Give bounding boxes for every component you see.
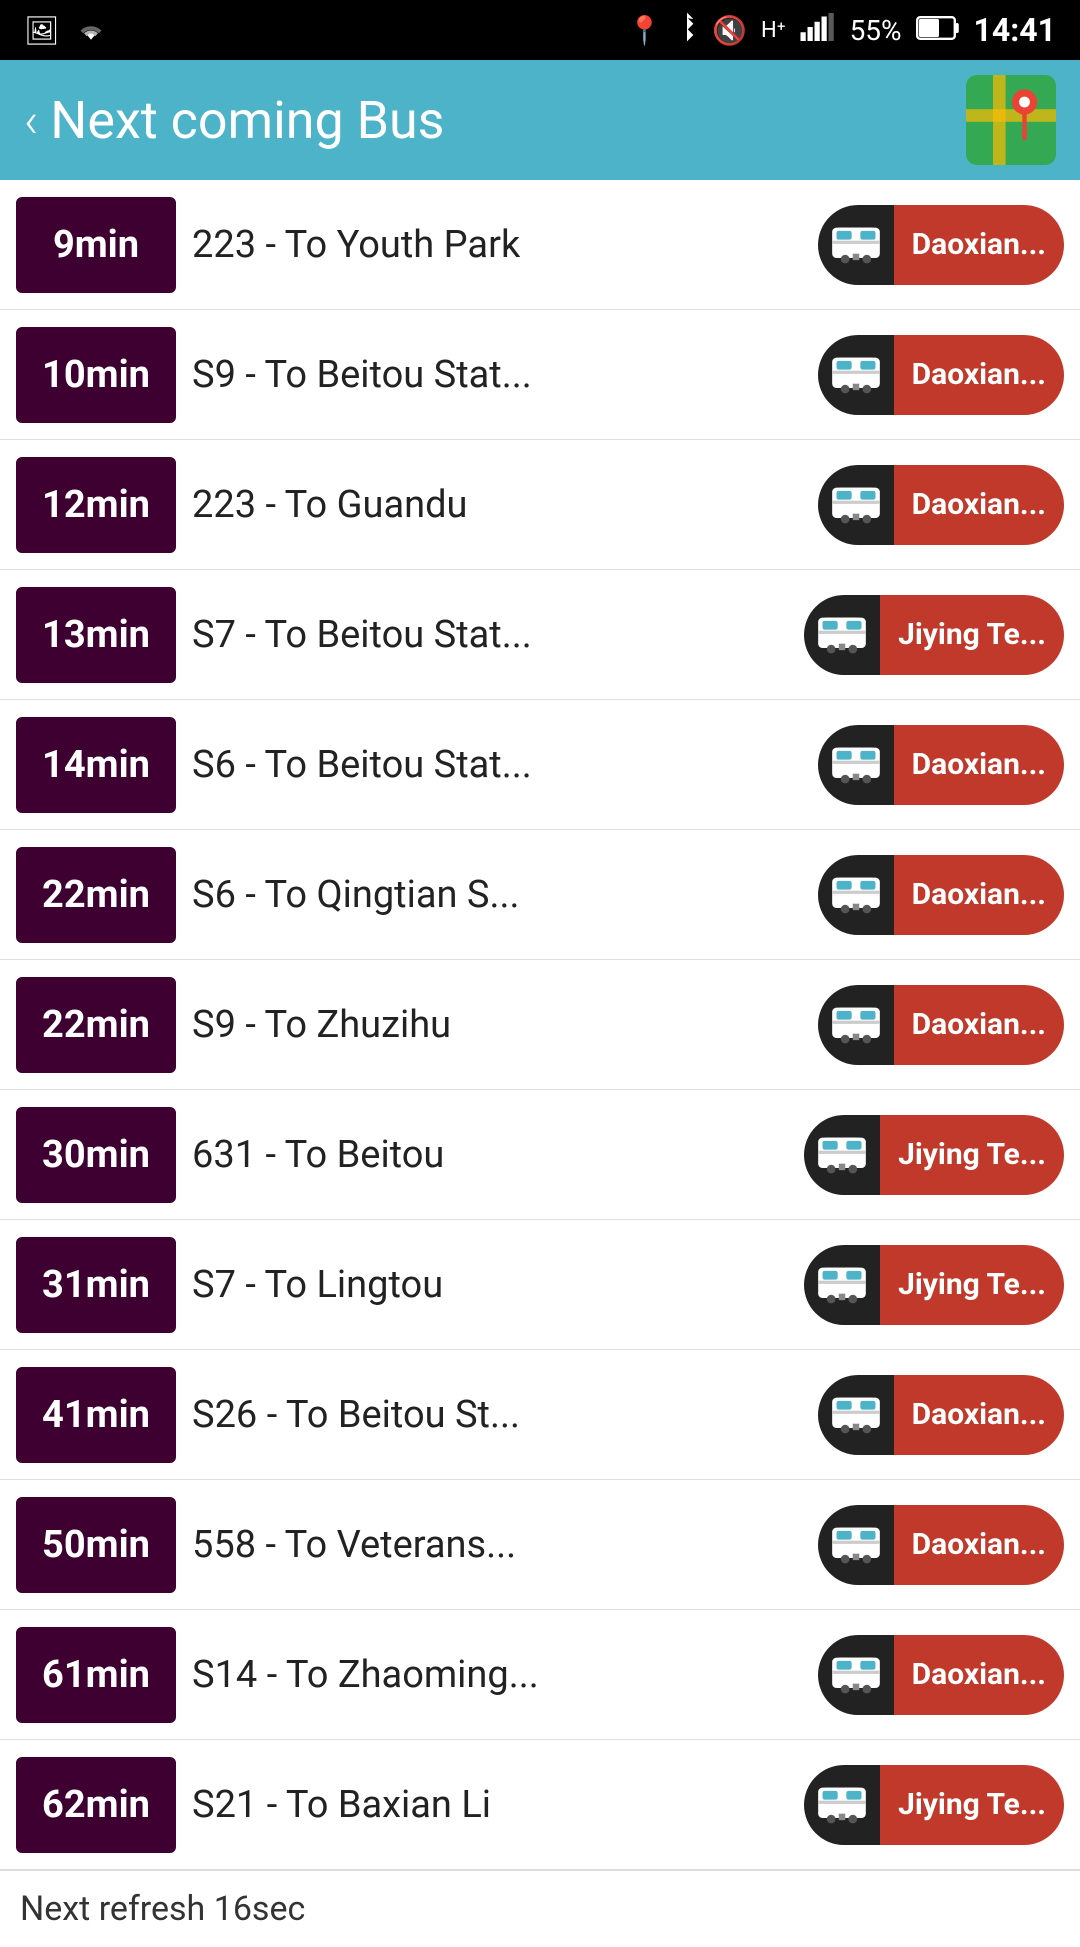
- time-badge: 9min: [16, 197, 176, 293]
- time-badge: 30min: [16, 1107, 176, 1203]
- time-badge: 22min: [16, 977, 176, 1073]
- stop-badge: Daoxian...: [818, 1635, 1064, 1715]
- back-button[interactable]: ‹: [24, 92, 38, 149]
- route-label: S7 - To Lingtou: [192, 1263, 788, 1307]
- time-badge: 10min: [16, 327, 176, 423]
- route-label: 631 - To Beitou: [192, 1133, 788, 1177]
- bus-icon-box: [818, 335, 894, 415]
- stop-badge: Jiying Te...: [804, 1245, 1064, 1325]
- bus-icon-box: [818, 1375, 894, 1455]
- refresh-text: Next refresh 16sec: [20, 1889, 305, 1929]
- bus-icon-box: [804, 595, 880, 675]
- stop-badge: Daoxian...: [818, 335, 1064, 415]
- app-bar-left: ‹ Next coming Bus: [24, 90, 445, 151]
- status-bar: 🖼 📍 🔇 H⁺: [0, 0, 1080, 60]
- route-label: S9 - To Zhuzihu: [192, 1003, 802, 1047]
- bluetooth-icon: [676, 11, 698, 50]
- battery-icon: [916, 14, 960, 47]
- mute-icon: 🔇: [712, 14, 747, 47]
- stop-name: Daoxian...: [894, 985, 1064, 1065]
- stop-name: Jiying Te...: [880, 1245, 1064, 1325]
- stop-name: Daoxian...: [894, 1505, 1064, 1585]
- time-badge: 31min: [16, 1237, 176, 1333]
- bus-icon-box: [804, 1115, 880, 1195]
- stop-badge: Daoxian...: [818, 985, 1064, 1065]
- time-badge: 12min: [16, 457, 176, 553]
- stop-name: Jiying Te...: [880, 1765, 1064, 1845]
- bus-row[interactable]: 13min S7 - To Beitou Stat... Jiying Te..…: [0, 570, 1080, 700]
- stop-badge: Daoxian...: [818, 855, 1064, 935]
- bus-icon-box: [818, 725, 894, 805]
- bus-row[interactable]: 31min S7 - To Lingtou Jiying Te...: [0, 1220, 1080, 1350]
- route-label: S6 - To Qingtian S...: [192, 873, 802, 917]
- stop-name: Daoxian...: [894, 855, 1064, 935]
- route-label: S26 - To Beitou St...: [192, 1393, 802, 1437]
- bus-row[interactable]: 30min 631 - To Beitou Jiying Te...: [0, 1090, 1080, 1220]
- stop-badge: Daoxian...: [818, 1375, 1064, 1455]
- stop-name: Jiying Te...: [880, 595, 1064, 675]
- stop-badge: Jiying Te...: [804, 1115, 1064, 1195]
- network-icon: H⁺: [761, 18, 786, 43]
- route-label: 223 - To Youth Park: [192, 223, 802, 267]
- stop-name: Daoxian...: [894, 465, 1064, 545]
- time-badge: 41min: [16, 1367, 176, 1463]
- battery-text: 55%: [850, 14, 902, 47]
- route-label: S14 - To Zhaoming...: [192, 1653, 802, 1697]
- time-badge: 13min: [16, 587, 176, 683]
- wifi-icon: [74, 13, 108, 48]
- time-badge: 14min: [16, 717, 176, 813]
- bus-icon-box: [818, 465, 894, 545]
- stop-badge: Daoxian...: [818, 725, 1064, 805]
- route-label: S7 - To Beitou Stat...: [192, 613, 788, 657]
- time-badge: 22min: [16, 847, 176, 943]
- bus-icon-box: [818, 985, 894, 1065]
- stop-badge: Jiying Te...: [804, 595, 1064, 675]
- status-time: 14:41: [974, 11, 1056, 49]
- route-label: S21 - To Baxian Li: [192, 1783, 788, 1827]
- bus-row[interactable]: 9min 223 - To Youth Park Daoxian...: [0, 180, 1080, 310]
- status-right-icons: 📍 🔇 H⁺ 55%: [627, 11, 1056, 50]
- app-bar: ‹ Next coming Bus: [0, 60, 1080, 180]
- stop-name: Daoxian...: [894, 725, 1064, 805]
- location-icon: 📍: [627, 14, 662, 47]
- status-left-icons: 🖼: [24, 13, 108, 48]
- stop-badge: Daoxian...: [818, 205, 1064, 285]
- stop-name: Daoxian...: [894, 205, 1064, 285]
- bus-icon-box: [818, 855, 894, 935]
- app-title: Next coming Bus: [50, 90, 444, 151]
- time-badge: 61min: [16, 1627, 176, 1723]
- bus-row[interactable]: 12min 223 - To Guandu Daoxian...: [0, 440, 1080, 570]
- time-badge: 62min: [16, 1757, 176, 1853]
- bus-icon-box: [818, 205, 894, 285]
- stop-badge: Daoxian...: [818, 1505, 1064, 1585]
- stop-badge: Jiying Te...: [804, 1765, 1064, 1845]
- bus-icon-box: [818, 1635, 894, 1715]
- bus-row[interactable]: 22min S6 - To Qingtian S... Daoxian...: [0, 830, 1080, 960]
- bus-row[interactable]: 61min S14 - To Zhaoming... Daoxian...: [0, 1610, 1080, 1740]
- bus-icon-box: [804, 1765, 880, 1845]
- bus-row[interactable]: 62min S21 - To Baxian Li Jiying Te...: [0, 1740, 1080, 1870]
- stop-badge: Daoxian...: [818, 465, 1064, 545]
- footer: Next refresh 16sec: [0, 1870, 1080, 1947]
- stop-name: Daoxian...: [894, 335, 1064, 415]
- signal-icon: [800, 13, 836, 48]
- photo-icon: 🖼: [24, 14, 60, 47]
- bus-row[interactable]: 10min S9 - To Beitou Stat... Daoxian...: [0, 310, 1080, 440]
- bus-icon-box: [804, 1245, 880, 1325]
- time-badge: 50min: [16, 1497, 176, 1593]
- route-label: 223 - To Guandu: [192, 483, 802, 527]
- maps-icon[interactable]: [966, 75, 1056, 165]
- bus-row[interactable]: 50min 558 - To Veterans... Daoxian...: [0, 1480, 1080, 1610]
- bus-row[interactable]: 22min S9 - To Zhuzihu Daoxian...: [0, 960, 1080, 1090]
- bus-icon-box: [818, 1505, 894, 1585]
- route-label: S6 - To Beitou Stat...: [192, 743, 802, 787]
- route-label: S9 - To Beitou Stat...: [192, 353, 802, 397]
- bus-row[interactable]: 14min S6 - To Beitou Stat... Daoxian...: [0, 700, 1080, 830]
- stop-name: Daoxian...: [894, 1635, 1064, 1715]
- stop-name: Daoxian...: [894, 1375, 1064, 1455]
- bus-list: 9min 223 - To Youth Park Daoxian... 10mi…: [0, 180, 1080, 1870]
- bus-row[interactable]: 41min S26 - To Beitou St... Daoxian...: [0, 1350, 1080, 1480]
- stop-name: Jiying Te...: [880, 1115, 1064, 1195]
- route-label: 558 - To Veterans...: [192, 1523, 802, 1567]
